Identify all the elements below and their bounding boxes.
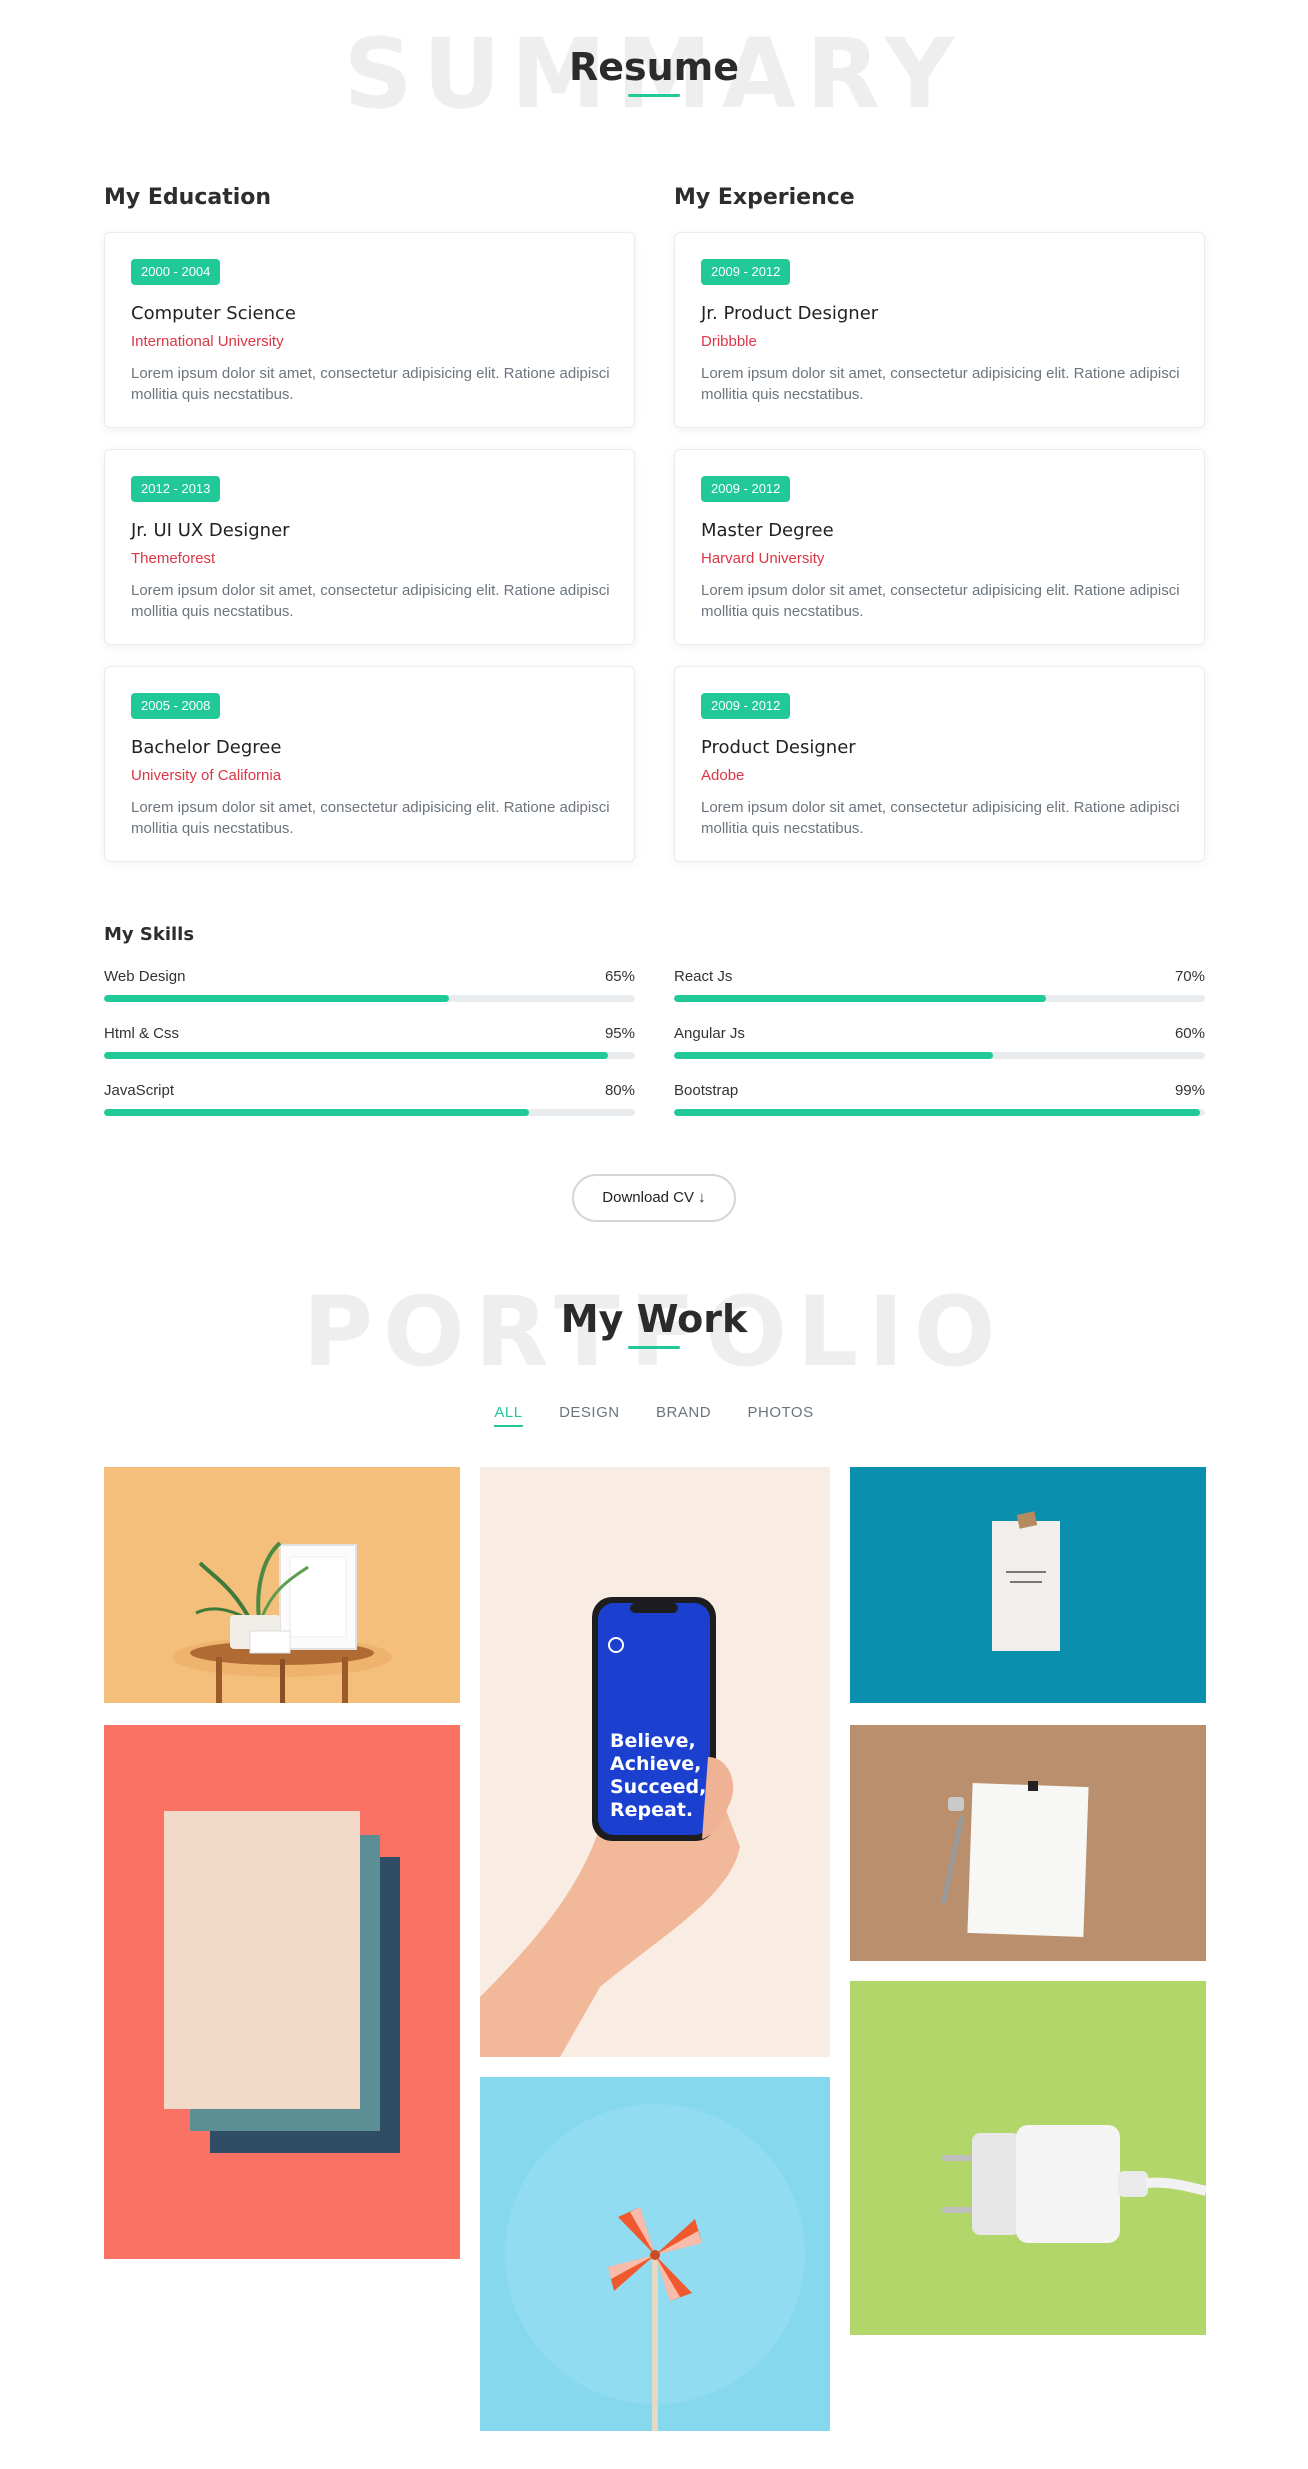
- paper-pencil-image: [850, 1725, 1206, 1961]
- year-badge: 2009 - 2012: [701, 693, 791, 719]
- card-title: Jr. UI UX Designer: [131, 520, 290, 541]
- skill-percent: 60%: [1174, 1025, 1205, 1042]
- card-description: Lorem ipsum dolor sit amet, consectetur …: [701, 365, 1180, 403]
- education-card: 2005 - 2008 Bachelor Degree University o…: [104, 666, 635, 862]
- card-organization: Adobe: [701, 767, 745, 784]
- skill-fill: [674, 1109, 1200, 1116]
- skill-percent: 70%: [1174, 968, 1205, 985]
- skill-track: [674, 1052, 1205, 1059]
- portfolio-item-charger[interactable]: [850, 1981, 1206, 2335]
- skill-percent: 80%: [604, 1082, 635, 1099]
- experience-card: 2009 - 2012 Jr. Product Designer Dribbbl…: [674, 232, 1205, 428]
- phone-text-1: Believe,: [610, 1730, 696, 1752]
- skill-bar: Bootstrap 99%: [674, 1082, 1205, 1122]
- skill-track: [104, 1109, 635, 1116]
- skill-name: Web Design: [104, 968, 186, 985]
- skill-name: Angular Js: [674, 1025, 745, 1042]
- skill-percent: 99%: [1174, 1082, 1205, 1099]
- skill-bar: Html & Css 95%: [104, 1025, 635, 1065]
- phone-image: Believe, Achieve, Succeed, Repeat.: [480, 1467, 830, 2057]
- phone-text-2: Achieve,: [610, 1753, 701, 1775]
- card-title: Computer Science: [131, 303, 296, 324]
- skill-name: JavaScript: [104, 1082, 175, 1099]
- year-badge: 2009 - 2012: [701, 476, 791, 502]
- portfolio-header: PORTFOLIO My Work: [0, 1270, 1308, 1380]
- skill-track: [674, 995, 1205, 1002]
- card-organization: Harvard University: [701, 550, 825, 567]
- skill-bar: Angular Js 60%: [674, 1025, 1205, 1065]
- card-title: Jr. Product Designer: [701, 303, 879, 324]
- plant-frame-image: [104, 1467, 460, 1703]
- skill-name: React Js: [674, 968, 733, 985]
- portfolio-item-paper-stack[interactable]: [104, 1725, 460, 2259]
- portfolio-item-phone[interactable]: Believe, Achieve, Succeed, Repeat.: [480, 1467, 830, 2057]
- skill-track: [104, 1052, 635, 1059]
- note-image: [850, 1467, 1206, 1703]
- skill-name: Html & Css: [104, 1025, 179, 1042]
- portfolio-title-underline: [628, 1346, 680, 1349]
- portfolio-item-note[interactable]: [850, 1467, 1206, 1703]
- year-badge: 2009 - 2012: [701, 259, 791, 285]
- resume-title-underline: [628, 94, 680, 97]
- phone-text-4: Repeat.: [610, 1799, 693, 1821]
- charger-image: [850, 1981, 1206, 2335]
- card-organization: Themeforest: [131, 550, 216, 567]
- education-title: My Education: [104, 185, 272, 210]
- year-badge: 2005 - 2008: [131, 693, 221, 719]
- skill-track: [674, 1109, 1205, 1116]
- card-description: Lorem ipsum dolor sit amet, consectetur …: [131, 582, 610, 620]
- experience-title: My Experience: [674, 185, 855, 210]
- card-description: Lorem ipsum dolor sit amet, consectetur …: [701, 582, 1180, 620]
- skill-bar: Web Design 65%: [104, 968, 635, 1008]
- pinwheel-image: [480, 2077, 830, 2431]
- filter-all[interactable]: ALL: [494, 1404, 523, 1427]
- portfolio-item-pinwheel[interactable]: [480, 2077, 830, 2431]
- skill-fill: [674, 995, 1046, 1002]
- resume-title: Resume: [568, 45, 740, 89]
- card-description: Lorem ipsum dolor sit amet, consectetur …: [701, 799, 1180, 837]
- skill-percent: 65%: [604, 968, 635, 985]
- resume-header: SUMMARY Resume: [0, 0, 1308, 122]
- card-title: Bachelor Degree: [131, 737, 282, 758]
- skill-bar: JavaScript 80%: [104, 1082, 635, 1122]
- paper-stack-image: [104, 1725, 460, 2259]
- skill-track: [104, 995, 635, 1002]
- skill-fill: [104, 1109, 529, 1116]
- phone-text-3: Succeed,: [610, 1776, 706, 1798]
- card-title: Master Degree: [701, 520, 834, 541]
- card-title: Product Designer: [701, 737, 856, 758]
- portfolio-item-paper-pencil[interactable]: [850, 1725, 1206, 1961]
- skill-fill: [104, 1052, 609, 1059]
- download-cv-button[interactable]: Download CV ↓: [572, 1174, 736, 1222]
- portfolio-filters: ALL DESIGN BRAND PHOTOS: [0, 1404, 1308, 1427]
- year-badge: 2000 - 2004: [131, 259, 221, 285]
- skill-percent: 95%: [604, 1025, 635, 1042]
- filter-design[interactable]: DESIGN: [559, 1404, 620, 1425]
- card-description: Lorem ipsum dolor sit amet, consectetur …: [131, 799, 610, 837]
- filter-photos[interactable]: PHOTOS: [748, 1404, 814, 1425]
- portfolio-title: My Work: [560, 1297, 748, 1341]
- experience-card: 2009 - 2012 Product Designer Adobe Lorem…: [674, 666, 1205, 862]
- card-organization: Dribbble: [701, 333, 757, 350]
- education-card: 2012 - 2013 Jr. UI UX Designer Themefore…: [104, 449, 635, 645]
- skill-name: Bootstrap: [674, 1082, 739, 1099]
- education-card: 2000 - 2004 Computer Science Internation…: [104, 232, 635, 428]
- skill-fill: [104, 995, 450, 1002]
- experience-card: 2009 - 2012 Master Degree Harvard Univer…: [674, 449, 1205, 645]
- card-description: Lorem ipsum dolor sit amet, consectetur …: [131, 365, 610, 403]
- skill-fill: [674, 1052, 993, 1059]
- card-organization: University of California: [131, 767, 282, 784]
- card-organization: International University: [131, 333, 284, 350]
- skill-bar: React Js 70%: [674, 968, 1205, 1008]
- year-badge: 2012 - 2013: [131, 476, 221, 502]
- skills-title: My Skills: [104, 924, 195, 945]
- portfolio-item-plant-frame[interactable]: [104, 1467, 460, 1703]
- filter-brand[interactable]: BRAND: [656, 1404, 711, 1425]
